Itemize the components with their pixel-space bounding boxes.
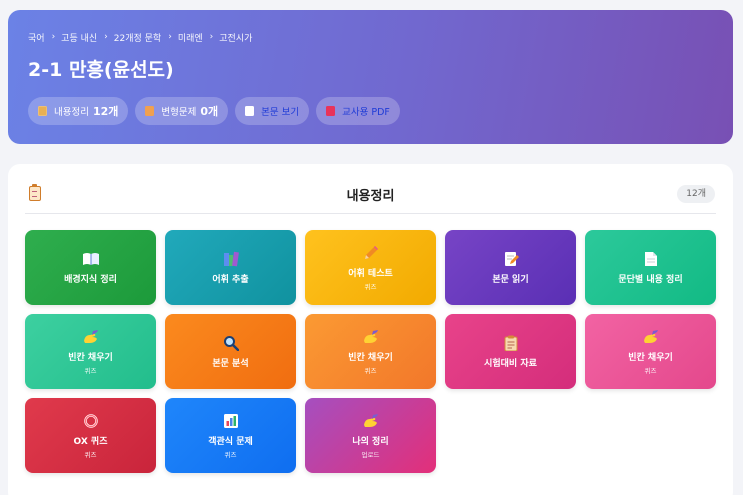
summary-card[interactable]: 본문 읽기 <box>445 230 576 305</box>
card-label: 빈칸 채우기 <box>348 353 393 363</box>
chip-count: 0개 <box>200 105 219 118</box>
page-header: 국어 › 고등 내신 › 22개정 문학 › 미래엔 › 고전시가 2-1 만흥… <box>8 10 733 144</box>
summary-card[interactable]: 나의 정리업로드 <box>305 398 436 473</box>
breadcrumb-item[interactable]: 고전시가 <box>219 31 252 44</box>
writing-hand-icon <box>642 328 660 346</box>
clipboard-icon <box>504 334 518 352</box>
card-label: 빈칸 채우기 <box>68 353 113 363</box>
card-sublabel: 퀴즈 <box>644 367 657 375</box>
chip-label: 본문 보기 <box>261 107 300 118</box>
books-icon <box>223 250 239 268</box>
chip-label: 변형문제 <box>161 107 197 118</box>
card-label: 나의 정리 <box>352 437 389 447</box>
ring-icon <box>83 412 99 430</box>
breadcrumb-item[interactable]: 22개정 문학 <box>114 31 161 44</box>
breadcrumb-separator: › <box>168 32 172 42</box>
card-label: 배경지식 정리 <box>64 274 117 285</box>
magnifier-icon <box>223 334 239 352</box>
content-summary-chip: 내용정리 12개 <box>28 97 129 125</box>
section-title: 내용정리 <box>346 189 395 204</box>
document-icon <box>644 250 658 268</box>
summary-card[interactable]: 빈칸 채우기퀴즈 <box>25 314 156 389</box>
writing-hand-icon <box>362 328 380 346</box>
chip-label: 내용정리 <box>54 107 89 118</box>
summary-card[interactable]: 빈칸 채우기퀴즈 <box>305 314 436 389</box>
breadcrumb-item[interactable]: 고등 내신 <box>61 31 97 44</box>
breadcrumb-item[interactable]: 미래엔 <box>178 31 203 44</box>
header-chips: 내용정리 12개 변형문제 0개 본문 보기 교사용 PDF <box>28 97 733 125</box>
breadcrumb-separator: › <box>209 32 214 42</box>
content-summary-panel: 내용정리 12개 배경지식 정리 어휘 추출 어휘 테스트 퀴즈 본문 읽기 문단별 내용… <box>8 164 733 495</box>
card-label: 객관식 문제 <box>208 437 253 447</box>
summary-card[interactable]: 배경지식 정리 <box>25 230 156 305</box>
card-label: 문단별 내용 정리 <box>618 274 683 285</box>
summary-card[interactable]: 빈칸 채우기퀴즈 <box>585 314 716 389</box>
breadcrumb-separator: › <box>51 32 56 42</box>
card-sublabel: 퀴즈 <box>364 367 377 375</box>
summary-card[interactable]: 문단별 내용 정리 <box>585 230 716 305</box>
card-sublabel: 퀴즈 <box>84 367 97 375</box>
card-grid: 배경지식 정리 어휘 추출 어휘 테스트 퀴즈 본문 읽기 문단별 내용 정리 빈칸 채우기… <box>25 230 716 473</box>
bar-chart-icon <box>223 412 239 430</box>
breadcrumb: 국어 › 고등 내신 › 22개정 문학 › 미래엔 › 고전시가 <box>28 30 733 44</box>
summary-card[interactable]: 어휘 테스트퀴즈 <box>305 230 436 305</box>
breadcrumb-separator: › <box>104 32 108 42</box>
pencil-icon <box>363 244 379 262</box>
book-icon <box>326 106 336 116</box>
chip-label: 교사용 PDF <box>342 107 390 118</box>
content-summary-icon <box>38 106 47 116</box>
page-title: 2-1 만흥(윤선도) <box>28 59 174 81</box>
summary-card[interactable]: 어휘 추출 <box>165 230 296 305</box>
breadcrumb-item[interactable]: 국어 <box>28 31 45 44</box>
writing-hand-icon <box>82 328 100 346</box>
teacher-pdf-button[interactable]: 교사용 PDF <box>316 97 400 125</box>
summary-card[interactable]: 시험대비 자료 <box>445 314 576 389</box>
write-document-icon <box>503 250 519 268</box>
section-count-badge: 12개 <box>677 185 715 203</box>
card-label: 어휘 테스트 <box>348 269 393 279</box>
book-icon <box>82 250 100 268</box>
writing-hand-icon <box>362 412 380 430</box>
card-sublabel: 퀴즈 <box>224 451 237 459</box>
chip-count: 12개 <box>92 105 119 118</box>
variant-problem-icon <box>145 106 155 116</box>
card-sublabel: 퀴즈 <box>84 451 97 459</box>
card-label: OX 퀴즈 <box>73 437 108 447</box>
card-label: 시험대비 자료 <box>484 358 537 369</box>
document-icon <box>245 106 255 116</box>
card-label: 본문 분석 <box>212 358 249 369</box>
card-label: 어휘 추출 <box>212 274 249 285</box>
view-text-button[interactable]: 본문 보기 <box>235 97 310 125</box>
card-sublabel: 업로드 <box>361 451 380 459</box>
summary-card[interactable]: OX 퀴즈퀴즈 <box>25 398 156 473</box>
summary-card[interactable]: 객관식 문제퀴즈 <box>165 398 296 473</box>
summary-card[interactable]: 본문 분석 <box>165 314 296 389</box>
panel-header: 내용정리 12개 <box>25 177 716 214</box>
variant-problem-chip: 변형문제 0개 <box>135 97 229 125</box>
card-label: 본문 읽기 <box>492 274 529 285</box>
card-label: 빈칸 채우기 <box>628 353 673 363</box>
card-sublabel: 퀴즈 <box>364 283 377 291</box>
